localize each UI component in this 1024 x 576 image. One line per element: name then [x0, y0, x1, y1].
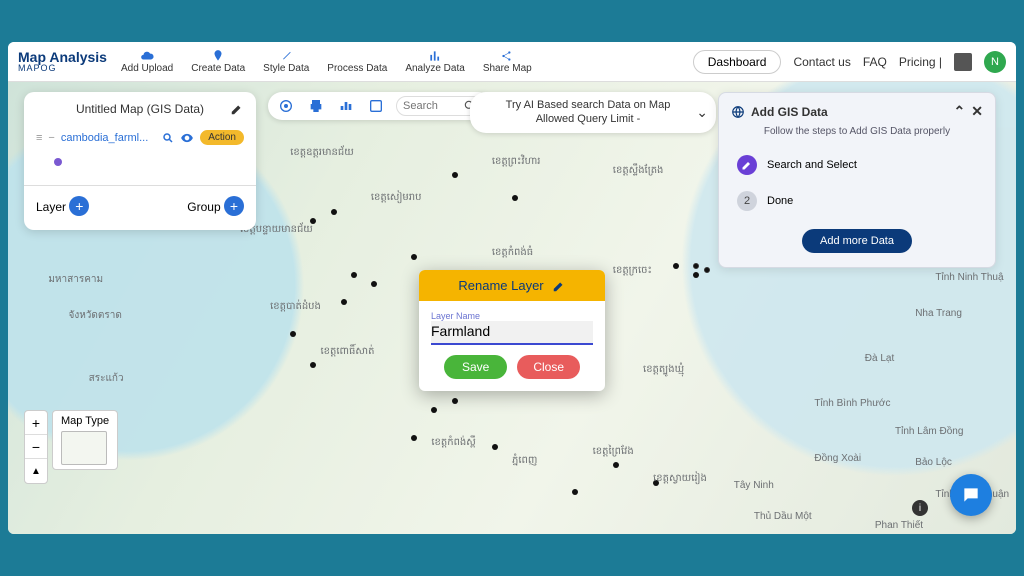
dashboard-button[interactable]: Dashboard	[693, 50, 782, 74]
ai-search-bar[interactable]: Try AI Based search Data on Map Allowed …	[470, 92, 716, 133]
add-group-button[interactable]: +	[224, 196, 244, 216]
edit-map-title-icon[interactable]	[230, 102, 244, 116]
add-more-data-button[interactable]: Add more Data	[802, 229, 912, 253]
menu-create-data[interactable]: Create Data	[191, 49, 245, 74]
layer-name-link[interactable]: cambodia_farml...	[61, 132, 156, 144]
chevron-down-icon[interactable]: ⌄	[696, 103, 708, 121]
action-chip[interactable]: Action	[200, 130, 244, 145]
search-layer-icon[interactable]	[162, 132, 174, 144]
drag-icon[interactable]: ≡	[36, 132, 42, 144]
collapse-icon[interactable]: −	[48, 132, 54, 144]
menu-share-map[interactable]: Share Map	[483, 49, 532, 74]
center-tool-icon[interactable]	[276, 96, 296, 116]
app-frame: Map Analysis MAPOG Add Upload Create Dat…	[8, 42, 1016, 534]
measure-icon[interactable]	[336, 96, 356, 116]
chat-icon	[961, 485, 981, 505]
zoom-north-button[interactable]: ▲	[25, 459, 47, 483]
basemap-thumb[interactable]	[61, 431, 107, 465]
pricing-link[interactable]: Pricing |	[899, 55, 942, 69]
add-layer-button[interactable]: +	[69, 196, 89, 216]
chart-icon	[428, 49, 442, 63]
chat-fab[interactable]	[950, 474, 992, 516]
avatar[interactable]: N	[984, 51, 1006, 73]
save-button[interactable]: Save	[444, 355, 507, 379]
menu-style-data[interactable]: Style Data	[263, 49, 309, 74]
menu-process-data[interactable]: Process Data	[327, 49, 387, 74]
group-section-label: Group +	[187, 196, 244, 216]
gis-data-panel: Add GIS Data ⌃ ✕ Follow the steps to Add…	[718, 92, 996, 268]
layer-section-label: Layer +	[36, 196, 89, 216]
info-icon[interactable]: i	[912, 500, 928, 516]
visibility-icon[interactable]	[180, 131, 194, 145]
close-panel-icon[interactable]: ✕	[971, 103, 983, 120]
layer-name-input[interactable]	[431, 321, 593, 345]
close-button[interactable]: Close	[517, 355, 580, 379]
sliders-icon	[350, 49, 364, 63]
field-label: Layer Name	[431, 311, 593, 321]
print-icon[interactable]	[306, 96, 326, 116]
zoom-control: + − ▲	[24, 410, 48, 484]
brush-icon	[279, 49, 293, 63]
globe-icon	[731, 105, 745, 119]
step-done[interactable]: 2 Done	[731, 183, 983, 219]
app-logo: Map Analysis MAPOG	[18, 50, 107, 73]
cube-icon[interactable]	[954, 53, 972, 71]
share-icon	[500, 49, 514, 63]
map-toolbar	[268, 92, 492, 120]
step-search-select[interactable]: Search and Select	[731, 147, 983, 183]
modal-title: Rename Layer	[458, 278, 543, 293]
layer-symbol	[54, 153, 244, 171]
zoom-out-button[interactable]: −	[25, 435, 47, 459]
rename-layer-modal: Rename Layer Layer Name Save Close	[419, 270, 605, 391]
minimize-icon[interactable]: ⌃	[954, 103, 966, 120]
menu-add-upload[interactable]: Add Upload	[121, 49, 173, 74]
layers-panel: Untitled Map (GIS Data) ≡ − cambodia_far…	[24, 92, 256, 230]
pin-icon	[211, 49, 225, 63]
search-input[interactable]	[403, 100, 459, 112]
contact-link[interactable]: Contact us	[793, 55, 850, 69]
topbar: Map Analysis MAPOG Add Upload Create Dat…	[8, 42, 1016, 82]
panel-subtitle: Follow the steps to Add GIS Data properl…	[731, 126, 983, 137]
menu-analyze-data[interactable]: Analyze Data	[405, 49, 464, 74]
map-type-panel[interactable]: Map Type	[52, 410, 118, 470]
main-menu: Add Upload Create Data Style Data Proces…	[121, 49, 532, 74]
zoom-in-button[interactable]: +	[25, 411, 47, 435]
cloud-upload-icon	[140, 49, 154, 63]
pencil-icon	[552, 279, 566, 293]
panel-title: Add GIS Data	[751, 105, 828, 119]
select-icon[interactable]	[366, 96, 386, 116]
faq-link[interactable]: FAQ	[863, 55, 887, 69]
layer-row: ≡ − cambodia_farml... Action	[36, 130, 244, 145]
map-title: Untitled Map (GIS Data)	[76, 102, 204, 116]
